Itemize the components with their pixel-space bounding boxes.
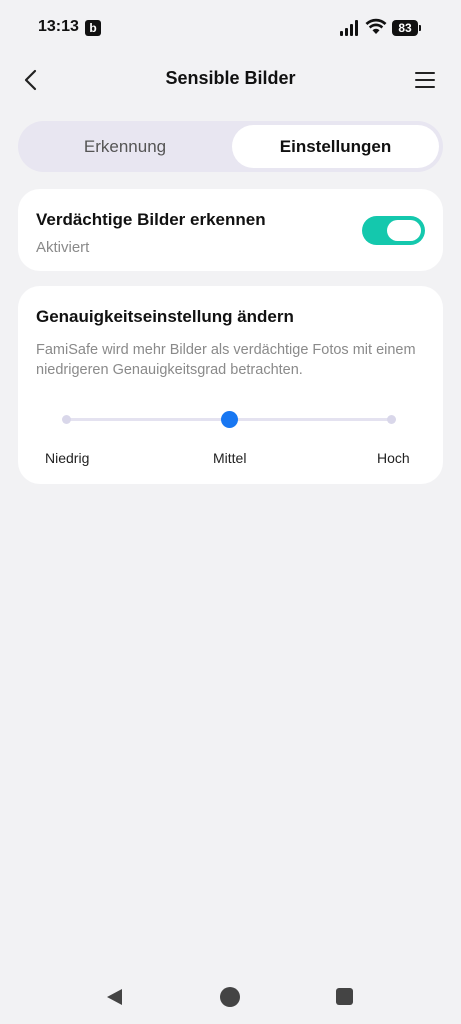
- detect-status-text: Aktiviert: [36, 239, 90, 256]
- square-recents-icon[interactable]: [336, 988, 353, 1005]
- signal-icon: [340, 20, 358, 36]
- tab-settings[interactable]: Einstellungen: [232, 125, 439, 168]
- page-title: Sensible Bilder: [165, 68, 296, 88]
- accuracy-slider[interactable]: [62, 406, 396, 434]
- battery-icon: 83: [392, 20, 422, 36]
- app-notification-icon: b: [85, 20, 101, 36]
- slider-stop-low[interactable]: [62, 415, 71, 424]
- detect-toggle[interactable]: [362, 216, 425, 245]
- accuracy-description: FamiSafe wird mehr Bilder als verdächtig…: [36, 342, 416, 378]
- status-bar: 13:13 b 83: [0, 0, 461, 56]
- circle-home-icon[interactable]: [220, 987, 240, 1007]
- tab-detection[interactable]: Erkennung: [22, 125, 228, 168]
- slider-label-high: Hoch: [377, 450, 410, 466]
- slider-label-mid: Mittel: [213, 450, 247, 466]
- detect-suspicious-images-card: Verdächtige Bilder erkennen Aktiviert: [18, 189, 443, 271]
- slider-thumb[interactable]: [221, 411, 238, 428]
- accuracy-title: Genauigkeitseinstellung ändern: [36, 307, 294, 326]
- hamburger-menu-icon[interactable]: [412, 68, 438, 92]
- detect-title: Verdächtige Bilder erkennen: [36, 210, 266, 229]
- slider-stop-high[interactable]: [387, 415, 396, 424]
- status-time: 13:13: [38, 18, 79, 35]
- segmented-tabs: Erkennung Einstellungen: [18, 121, 443, 172]
- wifi-icon: [365, 18, 387, 34]
- battery-level: 83: [392, 20, 418, 36]
- battery-tip: [419, 25, 421, 31]
- system-navigation-bar: [0, 970, 461, 1024]
- accuracy-settings-card: Genauigkeitseinstellung ändern FamiSafe …: [18, 286, 443, 484]
- slider-label-low: Niedrig: [45, 450, 90, 466]
- app-header: Sensible Bilder: [0, 56, 461, 104]
- triangle-back-icon[interactable]: [105, 987, 125, 1007]
- toggle-knob: [387, 220, 421, 241]
